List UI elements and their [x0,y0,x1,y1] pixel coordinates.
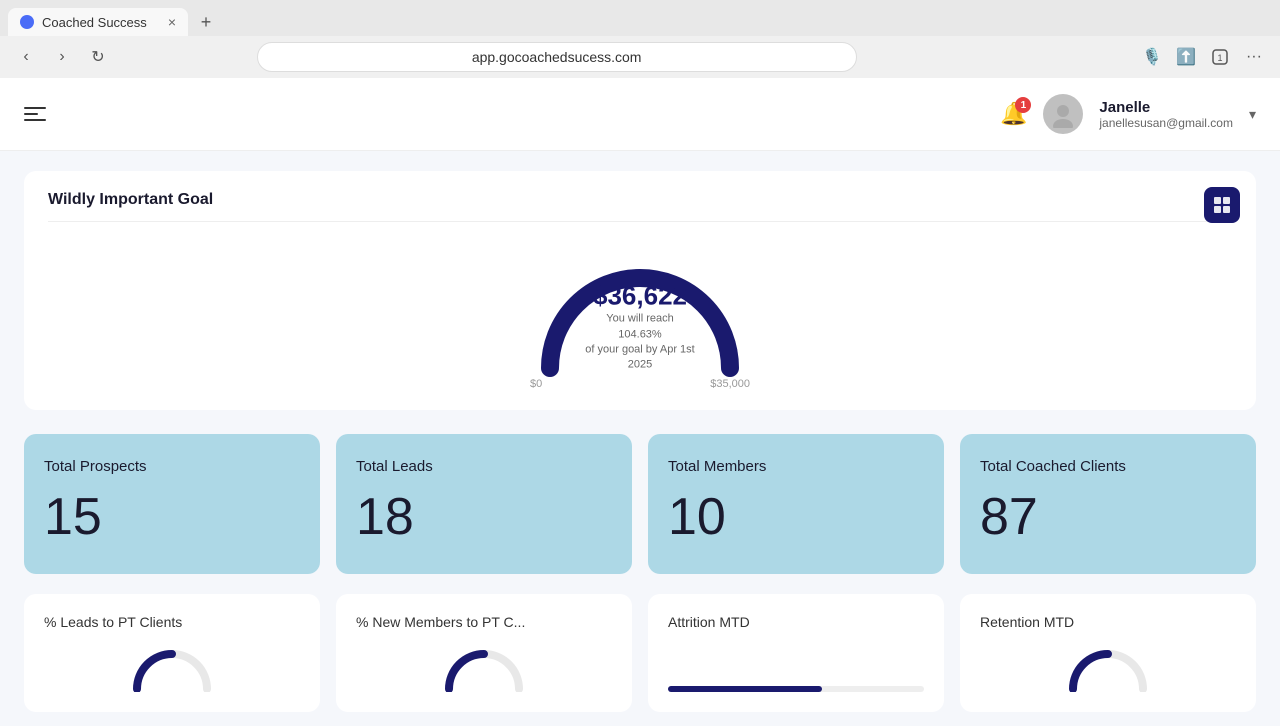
browser-toolbar: ‹ › ↻ app.gocoachedsucess.com 🎙️ ⬆️ 1 ··… [0,36,1280,78]
grid-view-button[interactable] [1204,187,1240,223]
avatar [1043,94,1083,134]
stat-card-value-1: 18 [356,491,612,543]
stats-grid: Total Prospects 15 Total Leads 18 Total … [24,434,1256,574]
gauge-label-right: $35,000 [710,378,750,390]
microphone-icon[interactable]: 🎙️ [1138,43,1166,71]
bottom-card-1: % New Members to PT C... [336,594,632,712]
gauge-labels: $0 $35,000 [530,378,750,390]
back-button[interactable]: ‹ [12,43,40,71]
user-name: Janelle [1099,99,1233,116]
user-info: Janelle janellesusan@gmail.com [1099,99,1233,130]
gauge-amount: $36,622 [585,281,695,312]
stat-card-label-3: Total Coached Clients [980,458,1236,475]
bottom-card-label-0: % Leads to PT Clients [44,614,300,630]
tab-close-button[interactable]: × [168,14,176,30]
stat-card-2: Total Members 10 [648,434,944,574]
bottom-card-label-2: Attrition MTD [668,614,924,630]
tab-favicon [20,15,34,29]
toolbar-right: 🎙️ ⬆️ 1 ··· [1138,43,1268,71]
bottom-card-chart-0 [44,642,300,692]
wig-card: Wildly Important Goal [24,171,1256,410]
hamburger-line-1 [24,107,46,109]
main-content: Wildly Important Goal [0,151,1280,726]
user-email: janellesusan@gmail.com [1099,116,1233,130]
stat-card-value-2: 10 [668,491,924,543]
tab-bar: Coached Success × + [0,0,1280,36]
bottom-card-chart-3 [980,642,1236,692]
wig-title: Wildly Important Goal [48,191,1232,222]
bottom-card-label-3: Retention MTD [980,614,1236,630]
stat-card-label-0: Total Prospects [44,458,300,475]
bottom-grid: % Leads to PT Clients % New Members to P… [24,594,1256,712]
stat-card-value-3: 87 [980,491,1236,543]
gauge-sub-line1: You will reach 104.63% of your goal by A… [585,312,695,374]
gauge-container: $36,622 You will reach 104.63% of your g… [48,238,1232,390]
share-icon[interactable]: ⬆️ [1172,43,1200,71]
stat-card-value-0: 15 [44,491,300,543]
notification-button[interactable]: 🔔 1 [1000,101,1027,127]
hamburger-line-2 [24,113,38,115]
new-tab-button[interactable]: + [192,8,220,36]
bottom-card-0: % Leads to PT Clients [24,594,320,712]
notification-badge: 1 [1015,97,1031,113]
user-dropdown-arrow[interactable]: ▾ [1249,106,1256,123]
forward-button[interactable]: › [48,43,76,71]
address-bar[interactable]: app.gocoachedsucess.com [257,42,857,72]
bottom-card-label-1: % New Members to PT C... [356,614,612,630]
stat-card-label-1: Total Leads [356,458,612,475]
tab-label: Coached Success [42,15,147,30]
gauge-center-text: $36,622 You will reach 104.63% of your g… [585,281,695,374]
hamburger-menu[interactable] [24,107,46,121]
stat-card-1: Total Leads 18 [336,434,632,574]
stat-card-3: Total Coached Clients 87 [960,434,1256,574]
bottom-card-chart-1 [356,642,612,692]
hamburger-line-3 [24,119,46,121]
top-nav: 🔔 1 Janelle janellesusan@gmail.com ▾ [0,78,1280,151]
stat-card-0: Total Prospects 15 [24,434,320,574]
app-container: 🔔 1 Janelle janellesusan@gmail.com ▾ Wil… [0,78,1280,726]
browser-tab[interactable]: Coached Success × [8,8,188,36]
bottom-card-2: Attrition MTD [648,594,944,712]
gauge-wrapper: $36,622 You will reach 104.63% of your g… [530,248,750,378]
svg-text:1: 1 [1217,53,1222,63]
reload-button[interactable]: ↻ [84,43,112,71]
nav-right: 🔔 1 Janelle janellesusan@gmail.com ▾ [1000,94,1256,134]
gauge-label-left: $0 [530,378,542,390]
more-options-button[interactable]: ··· [1240,43,1268,71]
bottom-card-3: Retention MTD [960,594,1256,712]
stat-card-label-2: Total Members [668,458,924,475]
tabs-icon[interactable]: 1 [1206,43,1234,71]
bottom-card-chart-2 [668,642,924,692]
browser-chrome: Coached Success × + ‹ › ↻ app.gocoacheds… [0,0,1280,78]
